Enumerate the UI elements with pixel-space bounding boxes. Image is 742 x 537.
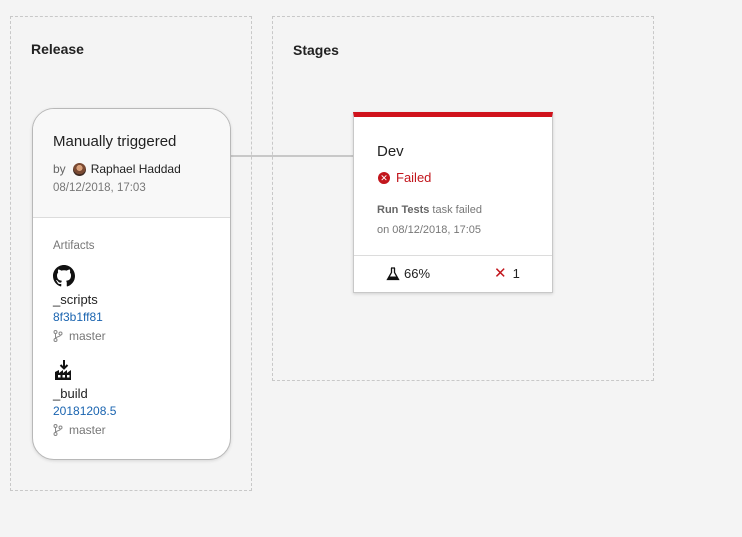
test-failed-count[interactable]: ✕ 1 [494,266,520,281]
branch-name: master [69,423,106,437]
close-icon: ✕ [494,265,507,282]
stage-status: ✕ Failed [378,170,431,185]
artifact-version-link[interactable]: 8f3b1ff81 [53,310,103,324]
failed-icon: ✕ [378,171,390,184]
artifact-version-link[interactable]: 20181208.5 [53,404,116,418]
artifact-branch: master [53,329,106,343]
stage-status-label: Failed [396,170,432,185]
artifact-name: _build [53,386,88,401]
build-icon [55,360,71,380]
branch-icon [53,330,63,342]
github-icon [53,265,75,287]
pipeline-connector [231,155,273,157]
avatar [72,162,86,176]
artifact-branch: master [53,423,106,437]
stage-failure-detail: Run Tests task failed [377,204,482,216]
test-pass-rate[interactable]: 66% [386,266,430,281]
stage-test-summary: 66% ✕ 1 [354,255,552,292]
author-name[interactable]: Raphael Haddad [91,162,181,176]
artifacts-label: Artifacts [53,240,95,252]
trigger-by-line: by Raphael Haddad [53,162,181,176]
pipeline-connector [272,155,354,157]
trigger-title: Manually triggered [53,133,177,150]
release-panel-title: Release [31,41,84,57]
artifact-item[interactable]: _scripts 8f3b1ff81 master [53,265,106,343]
artifact-item[interactable]: _build 20181208.5 master [53,359,116,437]
flask-icon [386,266,400,280]
stage-name: Dev [377,143,404,160]
trigger-header: Manually triggered by Raphael Haddad 08/… [33,109,230,218]
stage-card-dev[interactable]: Dev ✕ Failed Run Tests task failed on 08… [353,112,553,293]
release-trigger-card[interactable]: Manually triggered by Raphael Haddad 08/… [32,108,231,460]
failed-task-name: Run Tests [377,204,430,216]
by-prefix: by [53,162,66,176]
branch-icon [53,424,63,436]
failed-task-suffix: task failed [432,204,482,216]
stage-time: on 08/12/2018, 17:05 [377,224,481,236]
test-pass-rate-value: 66% [404,266,431,281]
test-failed-count-value: 1 [512,266,520,281]
branch-name: master [69,329,106,343]
trigger-date: 08/12/2018, 17:03 [53,182,146,194]
artifact-name: _scripts [53,292,98,307]
stages-panel-title: Stages [293,42,339,58]
